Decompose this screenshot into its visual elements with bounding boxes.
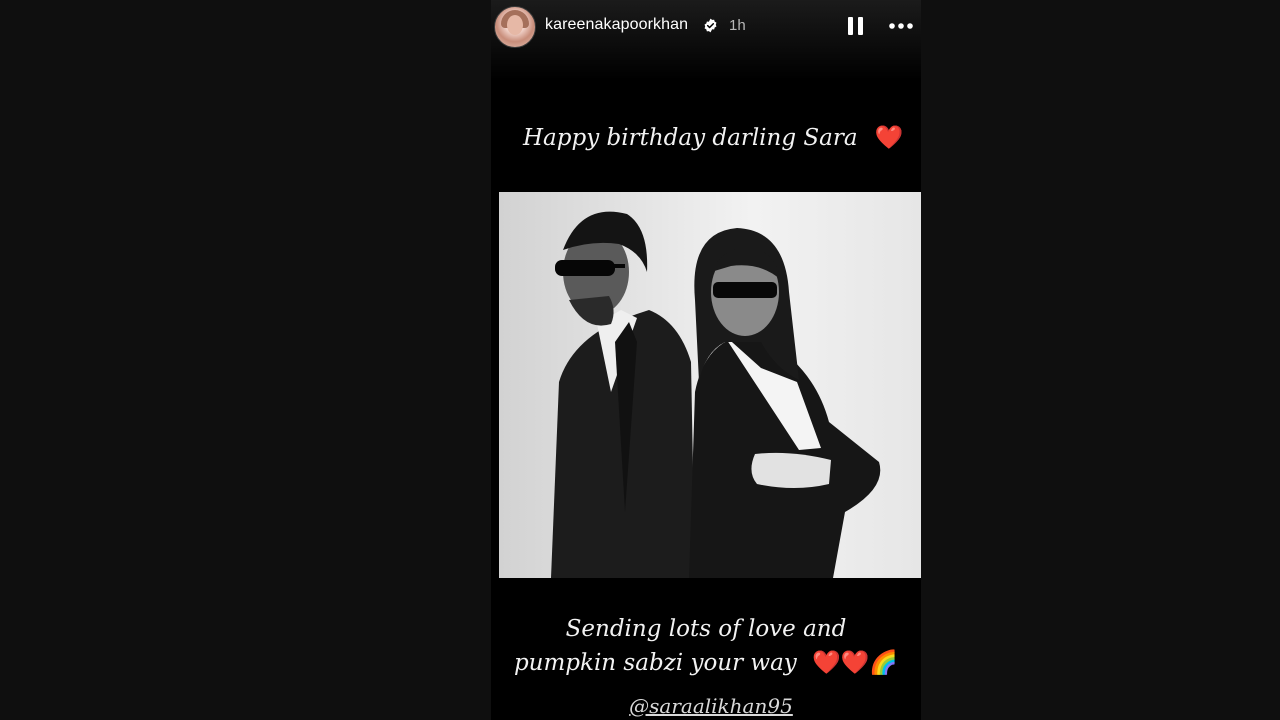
heart-emoji: ❤️ [874,125,904,151]
pause-icon-bar-right [858,17,863,35]
caption-bottom-line2-wrap: pumpkin sabzi your way ❤️❤️🌈 [491,646,921,680]
heart-emoji: ❤️❤️ [812,650,870,676]
story-frame[interactable]: kareenakapoorkhan 1h Happy birthday darl… [491,0,921,720]
story-timestamp: 1h [729,17,746,34]
more-options-icon[interactable] [887,16,915,36]
caption-bottom-line2: pumpkin sabzi your way [513,650,797,676]
caption-bottom: Sending lots of love and pumpkin sabzi y… [491,612,921,680]
caption-bottom-line1: Sending lots of love and [565,616,847,642]
caption-top: Happy birthday darling Sara ❤️ [523,124,904,151]
mention-link[interactable]: @saraalikhan95 [491,694,921,718]
pause-button[interactable] [845,14,867,38]
photo-illustration [499,192,921,578]
verified-badge-icon [704,18,717,33]
caption-top-text: Happy birthday darling Sara [523,125,858,151]
pause-icon-bar-left [848,17,853,35]
story-header: kareenakapoorkhan 1h [491,0,921,52]
avatar-face [507,15,523,35]
rainbow-emoji: 🌈 [869,650,899,676]
story-viewer: kareenakapoorkhan 1h Happy birthday darl… [0,0,1280,720]
profile-avatar[interactable] [494,6,536,48]
username[interactable]: kareenakapoorkhan [545,16,688,34]
story-photo [499,192,921,578]
